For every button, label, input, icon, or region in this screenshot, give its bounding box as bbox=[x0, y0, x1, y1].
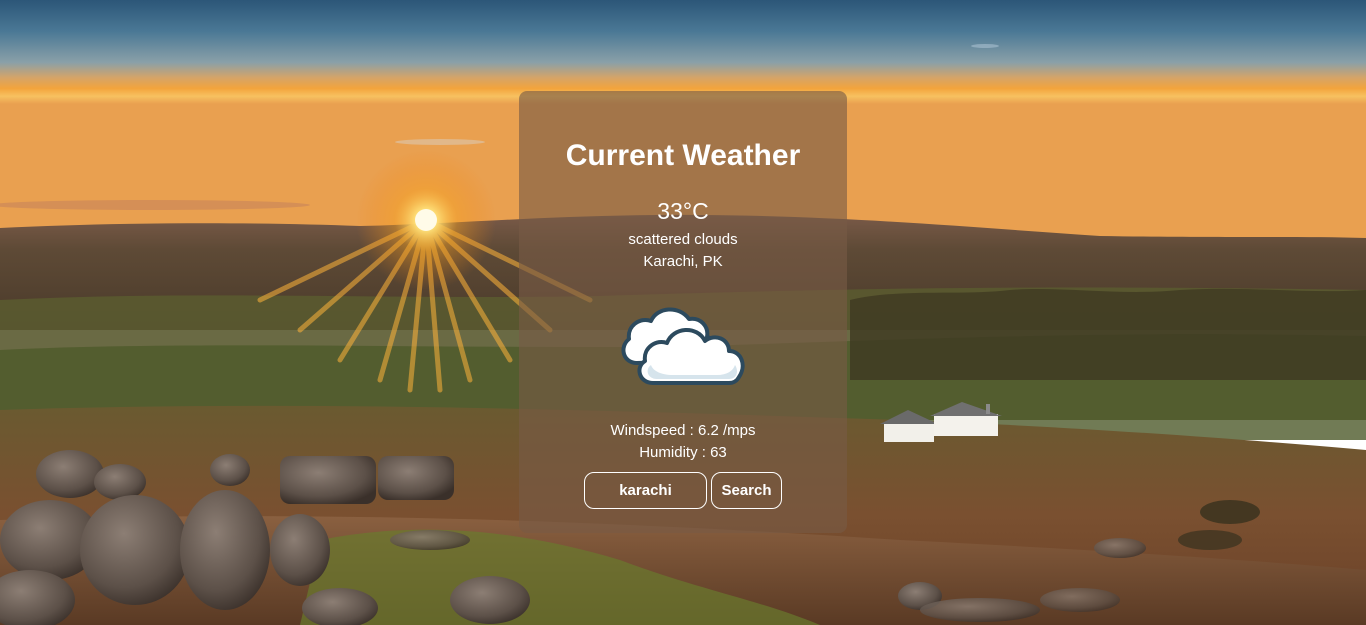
page-title: Current Weather bbox=[565, 139, 801, 172]
cloud-icon bbox=[617, 299, 749, 391]
search-form: Search bbox=[584, 472, 784, 509]
humidity-label: Humidity : 63 bbox=[639, 444, 727, 461]
search-button[interactable]: Search bbox=[711, 472, 782, 509]
weather-description: scattered clouds bbox=[628, 231, 738, 248]
city-search-input[interactable] bbox=[584, 472, 707, 509]
temperature-value: 33°C bbox=[657, 198, 709, 224]
weather-card: Current Weather 33°C scattered clouds Ka… bbox=[519, 91, 847, 533]
location-label: Karachi, PK bbox=[643, 253, 723, 270]
windspeed-label: Windspeed : 6.2 /mps bbox=[610, 422, 756, 439]
